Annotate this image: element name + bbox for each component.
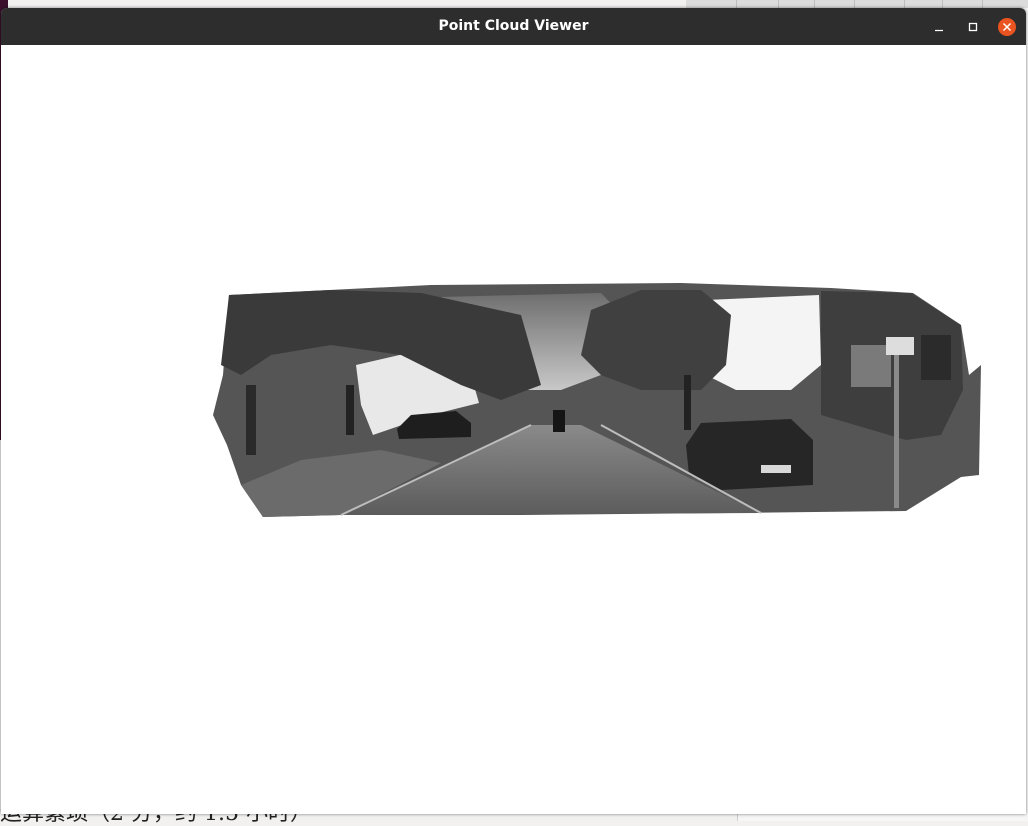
point-cloud-viewer-window: Point Cloud Viewer xyxy=(1,8,1026,814)
window-title: Point Cloud Viewer xyxy=(438,18,589,34)
maximize-button[interactable] xyxy=(963,17,983,37)
point-cloud-render xyxy=(213,283,981,517)
point-cloud-canvas[interactable] xyxy=(1,45,1026,814)
close-icon xyxy=(998,18,1016,36)
titlebar[interactable]: Point Cloud Viewer xyxy=(1,8,1026,45)
minimize-button[interactable] xyxy=(929,17,949,37)
minimize-icon xyxy=(935,29,943,32)
point-cloud-scene xyxy=(213,283,981,517)
close-button[interactable] xyxy=(997,17,1017,37)
background-window-toolbar xyxy=(686,0,1028,8)
maximize-icon xyxy=(968,22,978,32)
